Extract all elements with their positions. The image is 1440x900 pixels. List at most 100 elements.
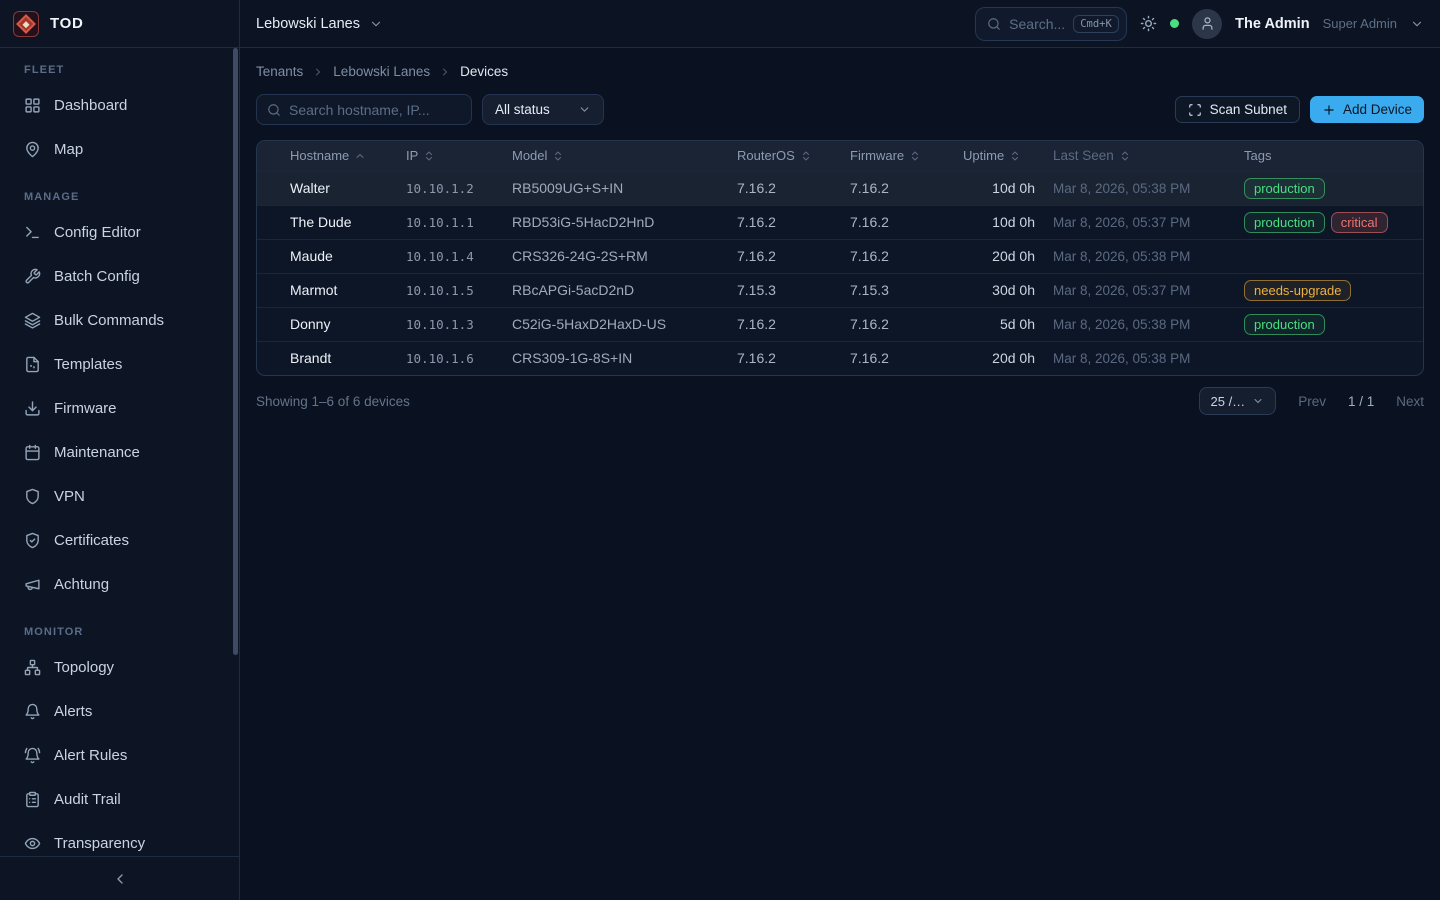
- tag-badge: production: [1244, 212, 1325, 233]
- theme-toggle-button[interactable]: [1140, 15, 1157, 32]
- dashboard-icon: [24, 97, 41, 114]
- uptime-cell: 10d 0h: [963, 171, 1043, 205]
- sidebar-item-certificates[interactable]: Certificates: [12, 518, 227, 562]
- page-indicator: 1 / 1: [1348, 394, 1374, 409]
- sidebar-collapse-button[interactable]: [0, 856, 239, 900]
- filter-row: Search hostname, IP... All status Scan S…: [256, 94, 1424, 125]
- ip-column-header[interactable]: IP: [406, 141, 512, 171]
- sidebar-item-bulk-commands[interactable]: Bulk Commands: [12, 298, 227, 342]
- sidebar-item-templates[interactable]: Templates: [12, 342, 227, 386]
- global-search-input[interactable]: Search... Cmd+K: [975, 7, 1127, 41]
- ip-cell: 10.10.1.4: [406, 239, 512, 273]
- device-search-input[interactable]: Search hostname, IP...: [256, 94, 472, 125]
- user-menu-chevron-icon[interactable]: [1410, 17, 1424, 31]
- breadcrumb-tenant-name[interactable]: Lebowski Lanes: [333, 64, 430, 79]
- chevron-down-icon: [578, 103, 591, 116]
- tags-cell: production: [1234, 171, 1423, 205]
- avatar[interactable]: [1192, 9, 1222, 39]
- clipboard-list-icon: [24, 791, 41, 808]
- status-cell: [257, 171, 290, 205]
- hostname-cell: The Dude: [290, 205, 406, 239]
- tenant-switcher[interactable]: Lebowski Lanes: [256, 16, 383, 32]
- prev-page-button[interactable]: Prev: [1298, 394, 1326, 409]
- nav-section-manage: MANAGE: [12, 191, 227, 203]
- sidebar-item-dashboard[interactable]: Dashboard: [12, 83, 227, 127]
- main-area: Lebowski Lanes Search... Cmd+K The Admin…: [240, 0, 1440, 900]
- table-row[interactable]: Walter 10.10.1.2 RB5009UG+S+IN 7.16.2 7.…: [257, 171, 1423, 205]
- tag-badge: critical: [1331, 212, 1388, 233]
- sidebar-item-alerts[interactable]: Alerts: [12, 689, 227, 733]
- sidebar-item-achtung[interactable]: Achtung: [12, 562, 227, 606]
- sort-icon: [552, 150, 564, 162]
- table-row[interactable]: Marmot 10.10.1.5 RBcAPGi-5acD2nD 7.15.3 …: [257, 273, 1423, 307]
- page-size-select[interactable]: 25 /…: [1199, 387, 1277, 415]
- search-icon: [987, 17, 1001, 31]
- model-cell: CRS326-24G-2S+RM: [512, 239, 737, 273]
- sidebar-item-label: VPN: [54, 488, 85, 505]
- user-icon: [1200, 16, 1215, 31]
- hostname-column-header[interactable]: Hostname: [290, 141, 406, 171]
- sidebar-item-map[interactable]: Map: [12, 127, 227, 171]
- sidebar-item-vpn[interactable]: VPN: [12, 474, 227, 518]
- tags-cell: [1234, 239, 1423, 273]
- routeros-cell: 7.16.2: [737, 205, 850, 239]
- table-row[interactable]: Maude 10.10.1.4 CRS326-24G-2S+RM 7.16.2 …: [257, 239, 1423, 273]
- bell-ring-icon: [24, 747, 41, 764]
- add-device-label: Add Device: [1343, 102, 1412, 117]
- bell-icon: [24, 703, 41, 720]
- tag-badge: production: [1244, 178, 1325, 199]
- sidebar-item-batch-config[interactable]: Batch Config: [12, 254, 227, 298]
- sidebar-item-label: Map: [54, 141, 83, 158]
- table-header-row: Hostname IP Model RouterOS Firmware Upti…: [257, 141, 1423, 171]
- plus-icon: [1322, 103, 1336, 117]
- sidebar-item-label: Bulk Commands: [54, 312, 164, 329]
- routeros-column-header[interactable]: RouterOS: [737, 141, 850, 171]
- sidebar: TOD FLEET Dashboard Map MANAGE Config Ed…: [0, 0, 240, 900]
- last-seen-column-header[interactable]: Last Seen: [1043, 141, 1234, 171]
- next-page-button[interactable]: Next: [1396, 394, 1424, 409]
- tag-badge: production: [1244, 314, 1325, 335]
- scan-subnet-button[interactable]: Scan Subnet: [1175, 96, 1300, 123]
- sidebar-scrollbar[interactable]: [233, 48, 238, 655]
- sort-icon: [1119, 150, 1131, 162]
- status-column-header: [257, 141, 290, 171]
- sidebar-item-config-editor[interactable]: Config Editor: [12, 210, 227, 254]
- add-device-button[interactable]: Add Device: [1310, 96, 1424, 123]
- uptime-cell: 20d 0h: [963, 239, 1043, 273]
- tags-column-header: Tags: [1234, 141, 1423, 171]
- sidebar-item-transparency[interactable]: Transparency: [12, 821, 227, 856]
- firmware-column-header[interactable]: Firmware: [850, 141, 963, 171]
- chevron-right-icon: [312, 66, 324, 78]
- sidebar-header: TOD: [0, 0, 239, 48]
- global-search-placeholder: Search...: [1009, 16, 1065, 32]
- sort-icon: [1009, 150, 1021, 162]
- model-cell: C52iG-5HaxD2HaxD-US: [512, 307, 737, 341]
- uptime-cell: 10d 0h: [963, 205, 1043, 239]
- status-filter-select[interactable]: All status: [482, 94, 604, 125]
- sort-icon: [909, 150, 921, 162]
- table-row[interactable]: The Dude 10.10.1.1 RBD53iG-5HacD2HnD 7.1…: [257, 205, 1423, 239]
- megaphone-icon: [24, 576, 41, 593]
- routeros-cell: 7.16.2: [737, 171, 850, 205]
- table-row[interactable]: Brandt 10.10.1.6 CRS309-1G-8S+IN 7.16.2 …: [257, 341, 1423, 375]
- sidebar-item-audit-trail[interactable]: Audit Trail: [12, 777, 227, 821]
- sidebar-item-label: Certificates: [54, 532, 129, 549]
- table-row[interactable]: Donny 10.10.1.3 C52iG-5HaxD2HaxD-US 7.16…: [257, 307, 1423, 341]
- status-cell: [257, 205, 290, 239]
- breadcrumb-tenants[interactable]: Tenants: [256, 64, 303, 79]
- last-seen-cell: Mar 8, 2026, 05:38 PM: [1043, 171, 1234, 205]
- model-cell: RBD53iG-5HacD2HnD: [512, 205, 737, 239]
- page-size-value: 25 /…: [1211, 394, 1246, 409]
- terminal-icon: [24, 224, 41, 241]
- sidebar-item-topology[interactable]: Topology: [12, 645, 227, 689]
- model-column-header[interactable]: Model: [512, 141, 737, 171]
- topbar: Lebowski Lanes Search... Cmd+K The Admin…: [240, 0, 1440, 48]
- sidebar-item-firmware[interactable]: Firmware: [12, 386, 227, 430]
- sidebar-item-alert-rules[interactable]: Alert Rules: [12, 733, 227, 777]
- uptime-column-header[interactable]: Uptime: [963, 141, 1043, 171]
- ip-cell: 10.10.1.3: [406, 307, 512, 341]
- sidebar-item-maintenance[interactable]: Maintenance: [12, 430, 227, 474]
- model-cell: RB5009UG+S+IN: [512, 171, 737, 205]
- download-icon: [24, 400, 41, 417]
- status-filter-value: All status: [495, 102, 550, 117]
